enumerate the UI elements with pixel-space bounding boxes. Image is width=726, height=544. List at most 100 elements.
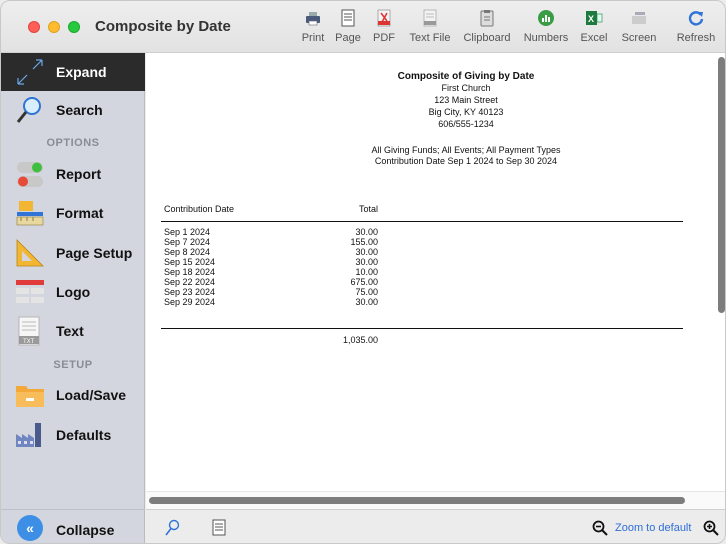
table-row: Sep 15 2024 30.00 [146,257,706,267]
numbers-icon [538,10,554,26]
logo-layout-icon [16,280,44,303]
sidebar-item-label: Report [56,166,102,182]
collapse-button[interactable]: « [17,515,43,541]
grand-total-row: 1,035.00 [146,335,706,345]
table-row: Sep 8 2024 30.00 [146,247,706,257]
window-title: Composite by Date [95,18,231,35]
screen-label: Screen [621,32,657,44]
refresh-label: Refresh [676,32,716,44]
table-row: Sep 1 2024 30.00 [146,227,706,237]
horizontal-scrollbar[interactable] [149,497,685,504]
numbers-button[interactable]: Numbers [522,7,570,51]
report-org: First Church [441,83,491,93]
row-date: Sep 29 2024 [164,297,216,307]
collapse-label[interactable]: Collapse [56,522,114,538]
page-view-icon[interactable] [212,519,226,536]
text-file-button[interactable]: Text File [407,7,453,51]
bottom-bar: Zoom to default [146,509,725,543]
factory-icon [16,423,41,447]
table-row: Sep 18 2024 10.00 [146,267,706,277]
pdf-button[interactable]: PDF [371,7,397,51]
clipboard-label: Clipboard [463,32,511,44]
double-chevron-left-icon: « [26,520,34,536]
row-total: 675.00 [350,277,378,287]
close-window-button[interactable] [28,21,40,33]
sidebar-item-text[interactable]: TXT Text [1,312,145,350]
row-total: 30.00 [355,247,378,257]
clipboard-button[interactable]: Clipboard [461,7,513,51]
print-button[interactable]: Print [300,7,326,51]
sidebar-footer: « Collapse [1,509,145,543]
table-row: Sep 29 2024 30.00 [146,297,706,307]
minimize-window-button[interactable] [48,21,60,33]
header-divider [161,221,683,222]
grand-total: 1,035.00 [342,335,378,345]
report-page: Composite of Giving by Date First Church… [146,53,716,493]
print-label: Print [301,32,325,44]
zoom-in-icon[interactable] [703,520,719,536]
options-heading: OPTIONS [46,137,100,149]
sidebar-item-defaults[interactable]: Defaults [1,416,145,454]
sidebar: Expand Search OPTIONS Report Format Page… [1,53,145,509]
excel-icon: X [586,11,603,25]
report-title: Composite of Giving by Date [397,71,535,82]
printer-icon [306,12,320,26]
zoom-out-icon[interactable] [592,520,608,536]
refresh-button[interactable]: Refresh [674,7,718,51]
screen-icon [632,12,646,24]
sidebar-item-page-setup[interactable]: Page Setup [1,234,145,272]
horizontal-scroll-track [146,491,725,509]
sidebar-item-logo[interactable]: Logo [1,273,145,311]
sidebar-item-format[interactable]: Format [1,194,145,232]
column-header-date: Contribution Date [164,204,235,214]
report-address2: Big City, KY 40123 [428,107,504,117]
row-total: 30.00 [355,257,378,267]
excel-button[interactable]: X Excel [579,7,609,51]
row-date: Sep 23 2024 [164,287,216,297]
report-preview[interactable]: Composite of Giving by Date First Church… [146,53,725,509]
sidebar-item-report[interactable]: Report [1,155,145,193]
folder-icon [16,386,44,407]
svg-text:TXT: TXT [23,339,35,345]
excel-label: Excel [580,32,608,44]
magnifier-icon [16,97,41,123]
pdf-icon [377,9,391,27]
app-window: Composite by Date Print Page PDF Text Fi… [0,0,726,544]
clipboard-icon [480,10,494,27]
report-filter-dates: Contribution Date Sep 1 2024 to Sep 30 2… [374,156,558,166]
row-date: Sep 15 2024 [164,257,216,267]
row-date: Sep 1 2024 [164,227,211,237]
search-icon[interactable] [164,519,180,537]
sidebar-item-expand[interactable]: Expand [1,53,145,91]
total-divider [161,328,683,329]
column-header-total: Total [358,204,378,214]
sidebar-item-label: Expand [56,64,107,80]
table-row: Sep 22 2024 675.00 [146,277,706,287]
page-icon [341,9,355,27]
page-label: Page [335,32,361,44]
expand-arrows-icon [17,59,43,85]
toggle-switches-icon [17,162,43,187]
svg-text:X: X [588,14,594,24]
table-row: Sep 7 2024 155.00 [146,237,706,247]
setup-heading: SETUP [53,359,93,371]
vertical-scrollbar[interactable] [718,57,725,313]
set-square-icon [16,239,44,267]
row-date: Sep 22 2024 [164,277,216,287]
screen-button[interactable]: Screen [619,7,659,51]
sidebar-item-load-save[interactable]: Load/Save [1,376,145,414]
sidebar-item-label: Load/Save [56,387,127,403]
row-total: 10.00 [355,267,378,277]
sidebar-item-label: Text [56,323,84,339]
page-button[interactable]: Page [334,7,362,51]
refresh-icon [688,11,704,26]
text-file-label: Text File [409,32,451,44]
zoom-window-button[interactable] [68,21,80,33]
text-file-icon [423,9,437,27]
txt-document-icon: TXT [18,316,40,346]
row-total: 30.00 [355,227,378,237]
title-bar: Composite by Date Print Page PDF Text Fi… [1,1,725,53]
sidebar-item-search[interactable]: Search [1,91,145,129]
zoom-to-default-link[interactable]: Zoom to default [615,522,691,534]
report-phone: 606/555-1234 [438,119,494,129]
